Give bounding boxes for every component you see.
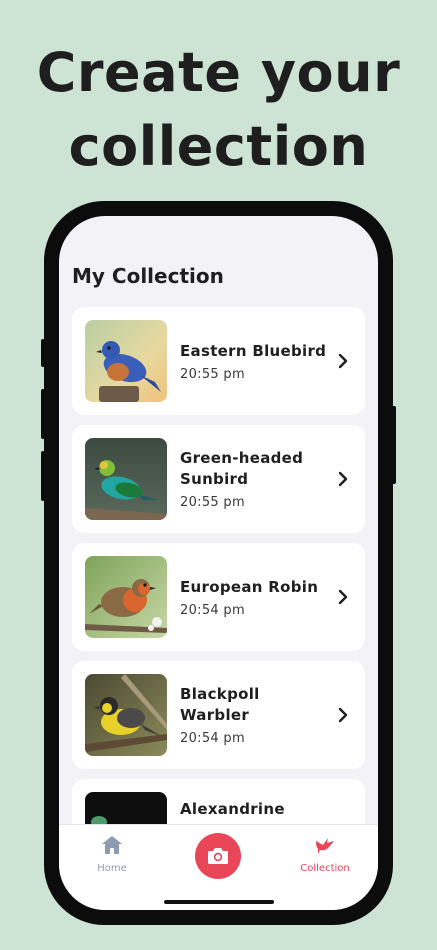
tab-home[interactable]: Home [77,835,147,874]
capture-time: 20:55 pm [180,495,245,510]
collection-item[interactable]: Blackpoll Warbler 20:54 pm [72,661,365,769]
chevron-right-icon[interactable] [337,589,349,605]
chevron-right-icon[interactable] [337,707,349,723]
bird-name: Green-headed Sunbird [180,449,304,488]
tab-collection[interactable]: Collection [290,835,360,874]
collection-item-info: European Robin 20:54 pm [180,543,330,651]
bird-icon [316,838,334,854]
chevron-right-icon[interactable] [337,353,349,369]
headline: Create your collection [0,36,437,184]
capture-time: 20:54 pm [180,731,245,746]
collection-item-info: Green-headed Sunbird 20:55 pm [180,425,330,533]
bird-name: European Robin [180,577,319,596]
phone-volume-down-button [41,451,45,501]
phone-volume-up-button [41,389,45,439]
phone-frame: My Collection Eastern Bluebird 20:55 pm … [41,201,396,925]
bird-name: Blackpoll Warbler [180,685,260,724]
bird-thumbnail [85,556,167,638]
green-headed-sunbird-photo [85,438,167,520]
blackpoll-warbler-photo [85,674,167,756]
home-indicator [164,900,274,904]
collection-item[interactable]: Eastern Bluebird 20:55 pm [72,307,365,415]
eastern-bluebird-photo [85,320,167,402]
headline-line-1: Create your [36,41,401,104]
bird-thumbnail [85,674,167,756]
bird-thumbnail [85,320,167,402]
tab-home-label: Home [97,863,127,874]
collection-item-info: Eastern Bluebird 20:55 pm [180,307,330,415]
page-title: My Collection [72,264,224,288]
collection-item-info: Blackpoll Warbler 20:54 pm [180,661,330,769]
capture-time: 20:54 pm [180,602,245,618]
capture-time: 20:55 pm [180,366,245,382]
headline-line-2: collection [68,115,369,178]
camera-icon [208,848,228,864]
house-icon [102,836,122,854]
european-robin-photo [85,556,167,638]
collection-item[interactable]: European Robin 20:54 pm [72,543,365,651]
phone-power-button [392,406,396,484]
app-screen: My Collection Eastern Bluebird 20:55 pm … [59,216,378,910]
camera-button[interactable] [195,833,241,879]
phone-side-button [41,339,45,367]
chevron-right-icon[interactable] [337,471,349,487]
bird-name: Alexandrine [180,800,285,818]
tab-collection-label: Collection [300,863,350,874]
bird-name: Eastern Bluebird [180,341,327,360]
tab-bar: Home Collection [59,824,378,910]
bird-thumbnail [85,438,167,520]
collection-item[interactable]: Green-headed Sunbird 20:55 pm [72,425,365,533]
